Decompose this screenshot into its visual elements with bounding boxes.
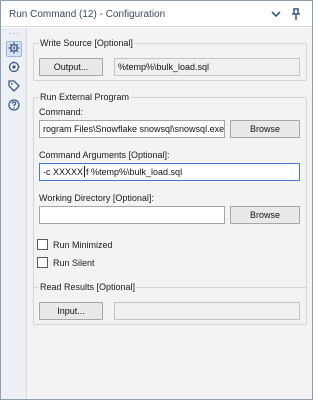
rail-item-view[interactable] xyxy=(6,60,22,76)
working-directory-browse-button[interactable]: Browse xyxy=(230,206,300,224)
text-caret xyxy=(84,166,86,177)
input-button[interactable]: Input... xyxy=(39,302,103,320)
command-browse-button[interactable]: Browse xyxy=(230,120,300,138)
side-rail: ··· xyxy=(1,28,27,399)
command-arguments-label: Command Arguments [Optional]: xyxy=(39,150,170,160)
args-text-after: f %temp%\bulk_load.sql xyxy=(86,167,183,177)
output-button[interactable]: Output... xyxy=(39,58,103,76)
command-arguments-field[interactable]: -c XXXXX f %temp%\bulk_load.sql xyxy=(39,163,300,181)
window-title: Run Command (12) - Configuration xyxy=(9,9,166,20)
run-silent-checkbox[interactable] xyxy=(37,257,48,268)
tag-icon xyxy=(8,80,20,94)
rail-grip: ··· xyxy=(9,29,20,38)
pin-icon[interactable] xyxy=(289,7,303,21)
configuration-window: Run Command (12) - Configuration ··· Wri… xyxy=(0,0,313,400)
args-text-before: -c XXXXX xyxy=(43,167,84,177)
chevron-down-icon[interactable] xyxy=(269,7,283,21)
title-bar: Run Command (12) - Configuration xyxy=(1,1,312,27)
read-results-group: Read Results [Optional] Input... xyxy=(33,282,307,325)
rail-item-help[interactable] xyxy=(6,98,22,114)
read-results-legend: Read Results [Optional] xyxy=(39,282,137,292)
run-minimized-checkbox[interactable] xyxy=(37,239,48,250)
gear-icon xyxy=(8,42,20,56)
input-path-field[interactable] xyxy=(114,302,300,320)
run-external-program-group: Run External Program Command: rogram Fil… xyxy=(33,92,307,301)
configuration-panel: Write Source [Optional] Output... %temp%… xyxy=(27,28,312,399)
working-directory-label: Working Directory [Optional]: xyxy=(39,193,154,203)
run-silent-label[interactable]: Run Silent xyxy=(53,258,95,268)
run-minimized-label[interactable]: Run Minimized xyxy=(53,240,113,250)
working-directory-field[interactable] xyxy=(39,206,225,224)
write-source-group: Write Source [Optional] Output... %temp%… xyxy=(33,38,307,81)
eye-icon xyxy=(8,61,20,75)
rail-item-annotation[interactable] xyxy=(6,79,22,95)
write-source-legend: Write Source [Optional] xyxy=(39,38,134,48)
help-icon xyxy=(8,99,20,113)
run-external-program-legend: Run External Program xyxy=(39,92,131,102)
command-field[interactable]: rogram Files\Snowflake snowsql\snowsql.e… xyxy=(39,120,225,138)
command-label: Command: xyxy=(39,107,84,117)
output-path-field[interactable]: %temp%\bulk_load.sql xyxy=(114,58,300,76)
rail-item-configuration[interactable] xyxy=(6,41,22,57)
